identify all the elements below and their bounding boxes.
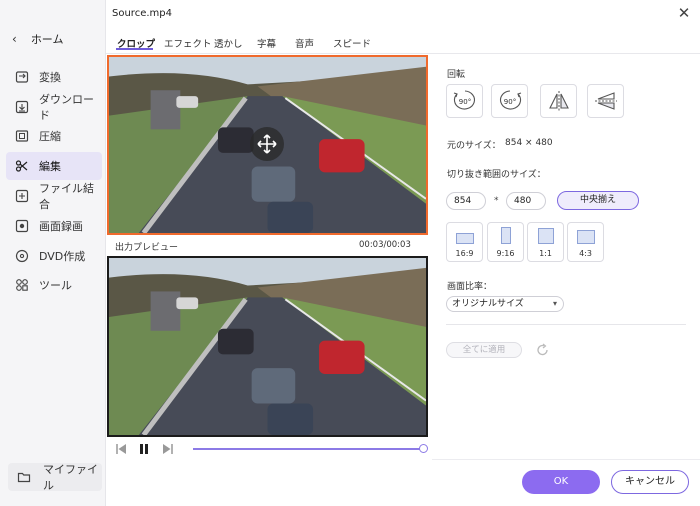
flip-vertical-button[interactable] <box>587 84 624 118</box>
ratio-4-3-button[interactable]: 4:3 <box>567 222 604 262</box>
center-align-button[interactable]: 中央揃え <box>557 191 639 210</box>
output-preview-label: 出力プレビュー <box>115 243 179 253</box>
screen-record-icon <box>15 219 29 233</box>
aspect-ratio-select[interactable]: オリジナルサイズ ▾ <box>446 296 564 312</box>
dvd-icon <box>15 249 29 263</box>
window-title: Source.mp4 <box>112 8 172 19</box>
ratio-9-16-shape <box>501 227 511 244</box>
sidebar-item-screen-record[interactable]: 画面録画 <box>6 212 102 240</box>
aspect-ratio-selected: オリジナルサイズ <box>452 299 524 309</box>
convert-icon <box>15 70 29 84</box>
sidebar-item-dvd[interactable]: DVD作成 <box>6 242 102 270</box>
step-forward-icon <box>163 444 173 454</box>
rotate-label: 回転 <box>447 70 466 80</box>
sidebar-item-label: 画面録画 <box>39 220 83 233</box>
sidebar-item-convert[interactable]: 変換 <box>6 63 102 91</box>
ratio-9-16-button[interactable]: 9:16 <box>487 222 524 262</box>
tab-bar: クロップ エフェクト 透かし 字幕 音声 スピード <box>106 30 700 54</box>
download-icon <box>15 100 29 114</box>
chevron-down-icon: ▾ <box>552 299 557 308</box>
sidebar-item-merge[interactable]: ファイル結合 <box>6 182 102 211</box>
close-icon[interactable]: ✕ <box>675 4 693 22</box>
sidebar-item-label: 編集 <box>39 160 61 173</box>
original-size-value: 854 × 480 <box>505 138 553 148</box>
home-label: ホーム <box>30 33 64 46</box>
my-files-button[interactable]: マイファイル <box>8 463 102 492</box>
sidebar-item-edit[interactable]: 編集 <box>6 152 102 180</box>
flip-horizontal-icon <box>548 91 569 111</box>
flip-horizontal-button[interactable] <box>540 84 577 118</box>
move-arrows-icon <box>257 134 277 154</box>
folder-icon <box>17 470 31 484</box>
preview-time: 00:03/00:03 <box>359 240 411 250</box>
ratio-4-3-shape <box>577 230 595 244</box>
ratio-1-1-shape <box>538 228 554 244</box>
playback-progress-bar[interactable] <box>193 448 425 450</box>
pause-icon <box>140 444 148 454</box>
ratio-1-1-button[interactable]: 1:1 <box>527 222 564 262</box>
svg-text:90°: 90° <box>458 98 470 106</box>
panel-divider <box>446 324 686 325</box>
pause-button[interactable] <box>137 442 151 456</box>
ratio-1-1-label: 1:1 <box>539 249 552 258</box>
sidebar-item-label: DVD作成 <box>39 250 86 263</box>
cancel-button[interactable]: キャンセル <box>611 470 689 494</box>
tab-speed[interactable]: スピード <box>333 36 371 50</box>
rotate-right-button[interactable]: 90° <box>491 84 528 118</box>
playback-progress-knob[interactable] <box>419 444 428 453</box>
step-back-icon <box>116 444 126 454</box>
preview-frame-image <box>109 258 426 435</box>
crop-size-label: 切り抜き範囲のサイズ： <box>447 170 546 180</box>
reset-icon[interactable] <box>536 343 550 357</box>
tab-subtitle[interactable]: 字幕 <box>257 36 276 50</box>
crop-width-input[interactable]: 854 <box>446 192 486 210</box>
sidebar-item-download[interactable]: ダウンロード <box>6 93 102 122</box>
move-crop-handle[interactable] <box>250 127 284 161</box>
chevron-left-icon: ‹ <box>12 32 17 46</box>
sidebar-item-label: ダウンロード <box>39 93 94 122</box>
rotate-left-button[interactable]: 90° <box>446 84 483 118</box>
ratio-16-9-label: 16:9 <box>455 249 474 258</box>
compress-icon <box>15 129 29 143</box>
apply-all-button[interactable]: 全てに適用 <box>446 342 522 358</box>
footer-divider <box>432 459 700 460</box>
scissors-icon <box>15 159 29 173</box>
active-tab-indicator <box>116 48 153 50</box>
ratio-9-16-label: 9:16 <box>496 249 515 258</box>
flip-vertical-icon <box>594 92 617 110</box>
sidebar-item-label: ツール <box>39 279 72 292</box>
tab-effect[interactable]: エフェクト <box>164 36 212 50</box>
sidebar-item-compress[interactable]: 圧縮 <box>6 122 102 150</box>
original-size-label: 元のサイズ： <box>447 141 501 151</box>
home-link[interactable]: ‹ ホーム <box>12 30 63 48</box>
sidebar: ‹ ホーム 変換 ダウンロード 圧縮 編集 ファイル結合 画面録画 DVD作成 … <box>0 0 106 506</box>
next-frame-button[interactable] <box>161 442 175 456</box>
sidebar-item-label: ファイル結合 <box>39 182 94 211</box>
ratio-16-9-shape <box>456 233 474 244</box>
merge-icon <box>15 189 29 203</box>
previous-frame-button[interactable] <box>114 442 128 456</box>
rotate-left-icon: 90° <box>453 90 475 110</box>
svg-text:90°: 90° <box>503 98 515 106</box>
times-sign: * <box>494 196 499 206</box>
crop-height-input[interactable]: 480 <box>506 192 546 210</box>
sidebar-item-label: 圧縮 <box>39 130 61 143</box>
tools-icon <box>15 278 29 292</box>
aspect-ratio-label: 画面比率： <box>447 282 493 292</box>
sidebar-item-label: 変換 <box>39 71 61 84</box>
ratio-4-3-label: 4:3 <box>579 249 592 258</box>
ratio-16-9-button[interactable]: 16:9 <box>446 222 483 262</box>
tab-audio[interactable]: 音声 <box>295 36 314 50</box>
sidebar-item-tools[interactable]: ツール <box>6 271 102 299</box>
output-preview-frame <box>107 256 428 437</box>
my-files-label: マイファイル <box>43 463 98 492</box>
tab-watermark[interactable]: 透かし <box>214 36 243 50</box>
ok-button[interactable]: OK <box>522 470 600 494</box>
rotate-right-icon: 90° <box>499 90 521 110</box>
